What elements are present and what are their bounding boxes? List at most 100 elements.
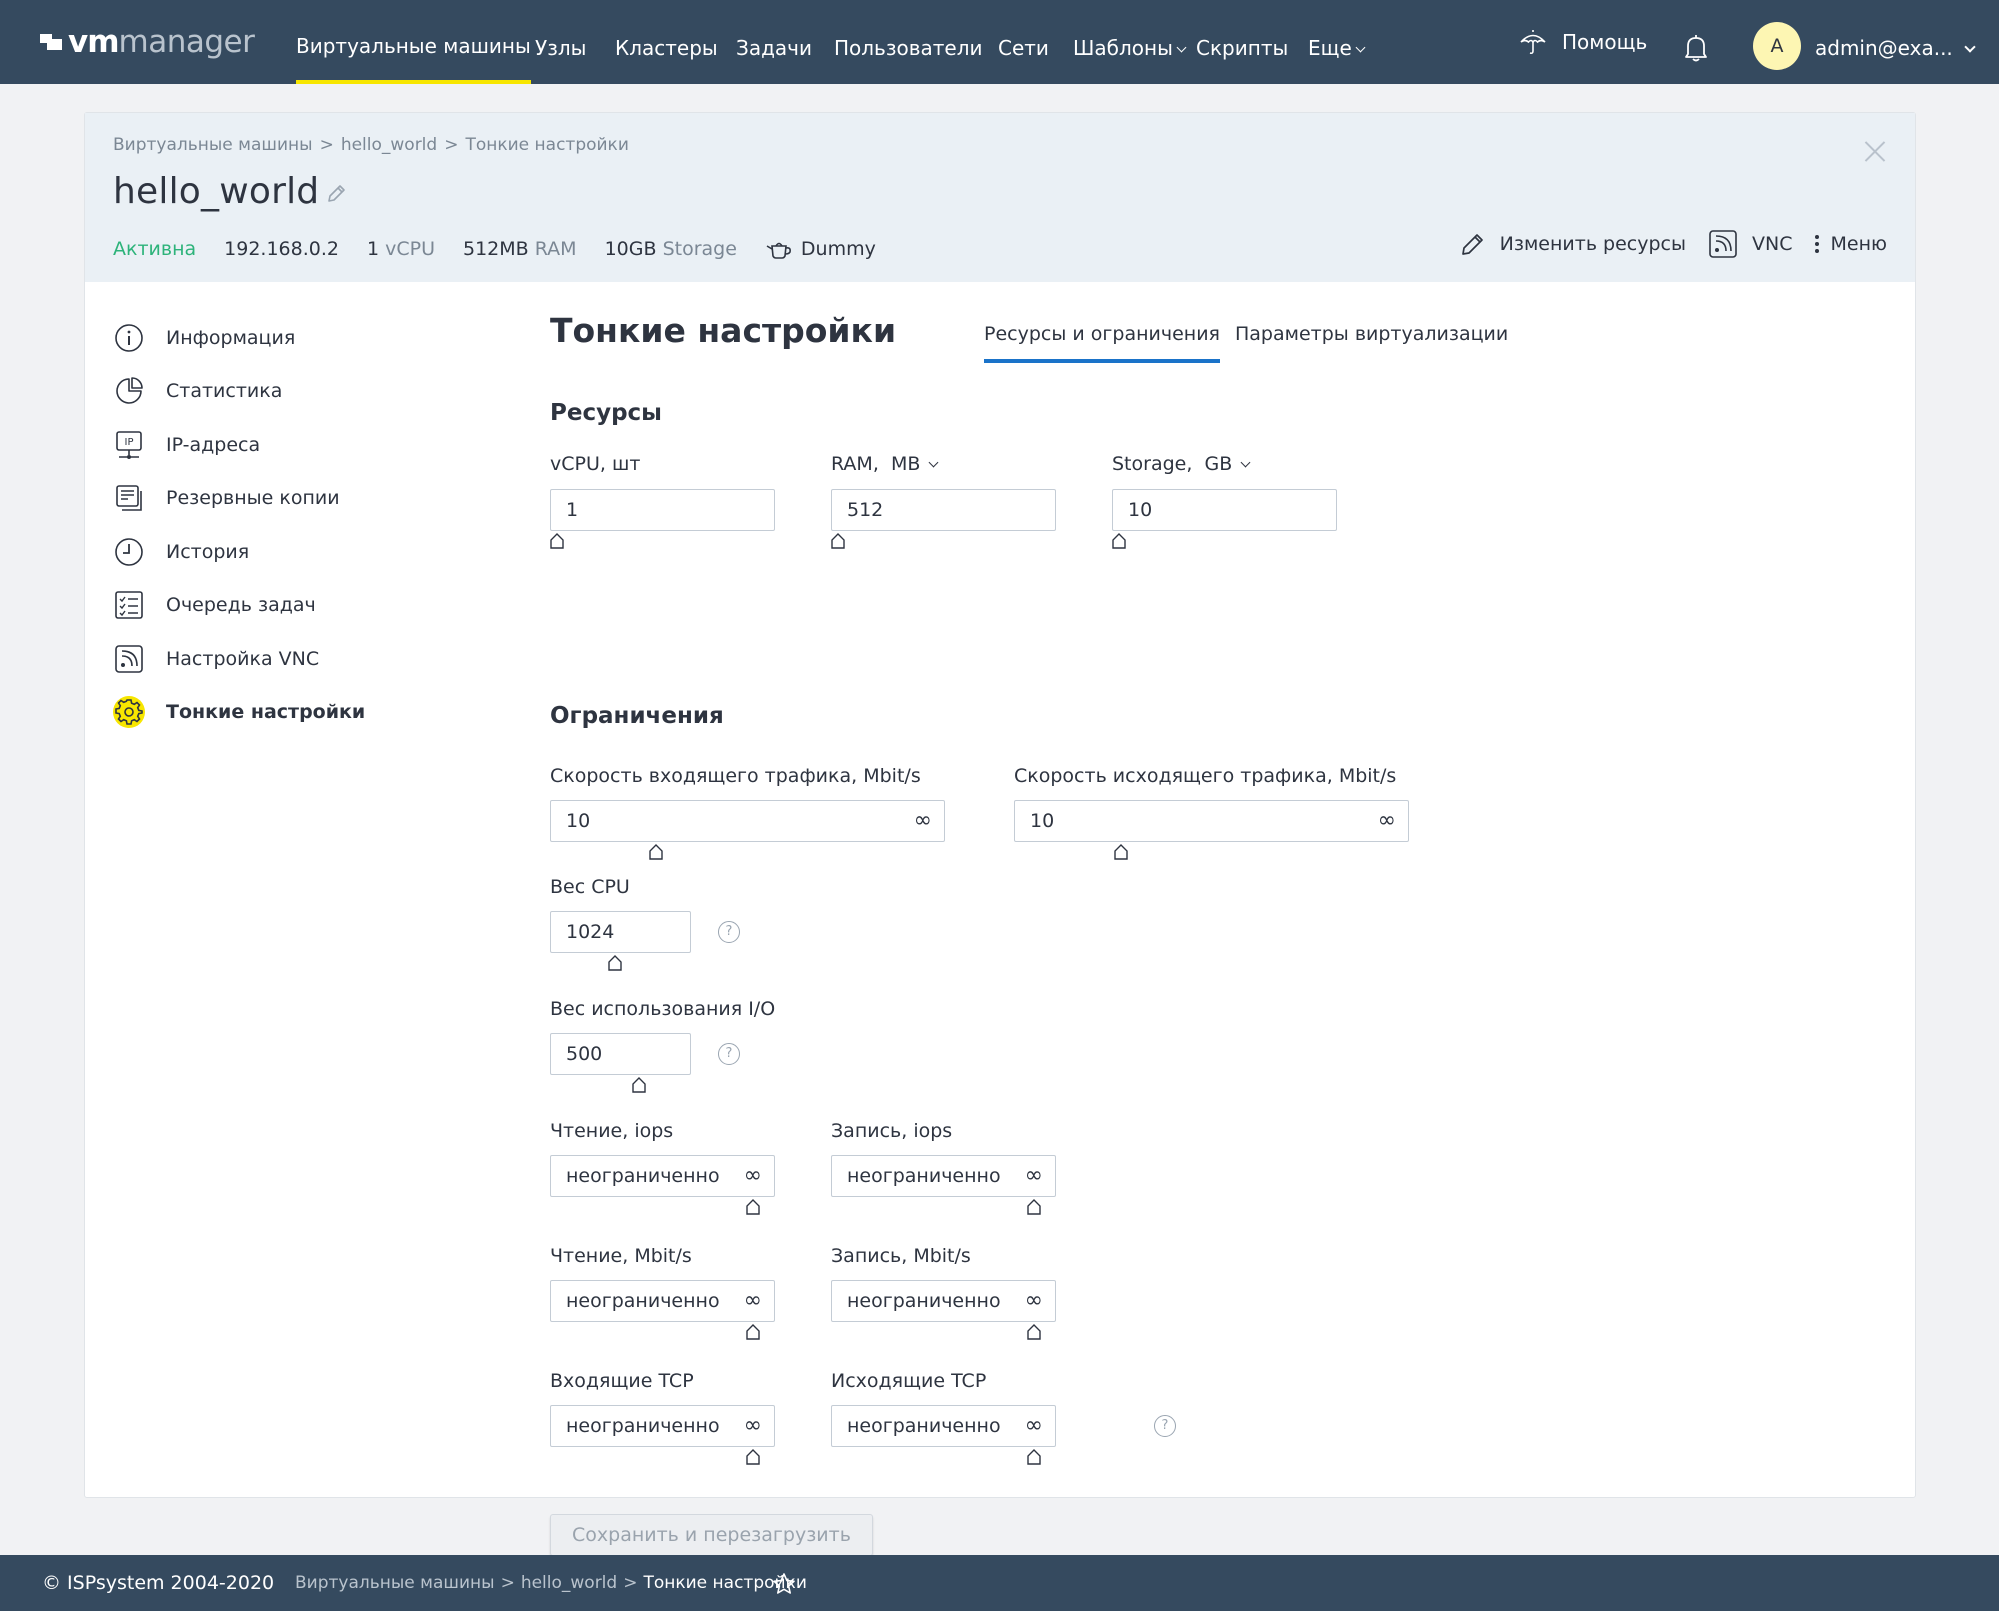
cpu-weight-input[interactable]: 1024 — [550, 911, 691, 953]
slider-handle[interactable] — [1112, 533, 1126, 549]
help-icon[interactable]: ? — [1154, 1415, 1176, 1437]
infinity-icon[interactable]: ∞ — [914, 801, 932, 841]
slider-handle[interactable] — [746, 1449, 760, 1465]
close-icon[interactable] — [1863, 139, 1887, 163]
sidebar-item-task-queue[interactable]: Очередь задач — [113, 579, 365, 633]
footer-breadcrumb-vm[interactable]: hello_world — [521, 1573, 617, 1593]
user-menu[interactable]: admin@exa... — [1815, 0, 1953, 84]
nav-item-templates[interactable]: Шаблоны — [1073, 0, 1187, 84]
slider-handle[interactable] — [746, 1324, 760, 1340]
help-link[interactable]: Помощь — [1518, 0, 1647, 84]
breadcrumb-vms[interactable]: Виртуальные машины — [113, 135, 313, 155]
storage-value: 10GB — [604, 238, 657, 260]
storage-unit-select[interactable]: GB — [1204, 453, 1232, 475]
read-iops-input[interactable]: неограниченно ∞ — [550, 1155, 775, 1197]
logo-text-bold: vm — [68, 24, 120, 60]
out-tcp-input[interactable]: неограниченно ∞ — [831, 1405, 1056, 1447]
nav-item-more[interactable]: Еще — [1308, 0, 1366, 84]
help-icon[interactable]: ? — [718, 921, 740, 943]
ram-input[interactable]: 512 — [831, 489, 1056, 531]
sidebar-item-label: История — [166, 540, 250, 563]
in-traffic-input[interactable]: 10 ∞ — [550, 800, 945, 842]
nav-item-scripts[interactable]: Скрипты — [1196, 0, 1288, 84]
out-traffic-input[interactable]: 10 ∞ — [1014, 800, 1409, 842]
vnc-button[interactable]: VNC — [1708, 229, 1793, 259]
nav-item-vms[interactable]: Виртуальные машины — [296, 0, 531, 84]
slider-handle[interactable] — [1027, 1449, 1041, 1465]
slider-handle[interactable] — [550, 533, 564, 549]
nav-item-networks[interactable]: Сети — [998, 0, 1049, 84]
slider-handle[interactable] — [1114, 844, 1128, 860]
tab-resources-limits[interactable]: Ресурсы и ограничения — [984, 323, 1220, 363]
ip-icon: IP — [113, 429, 145, 461]
chevron-down-icon[interactable] — [1240, 457, 1251, 468]
menu-button[interactable]: Меню — [1814, 232, 1888, 256]
vcpu-input[interactable]: 1 — [550, 489, 775, 531]
vm-template[interactable]: Dummy — [765, 237, 876, 261]
edit-resources-button[interactable]: Изменить ресурсы — [1460, 231, 1686, 257]
infinity-icon[interactable]: ∞ — [744, 1156, 762, 1196]
vmmanager-logo[interactable]: vm manager — [40, 24, 255, 60]
read-mbit-input[interactable]: неограниченно ∞ — [550, 1280, 775, 1322]
nav-item-users[interactable]: Пользователи — [834, 0, 983, 84]
save-and-reboot-button[interactable]: Сохранить и перезагрузить — [550, 1514, 873, 1556]
slider-handle[interactable] — [649, 844, 663, 860]
vm-card: Виртуальные машины > hello_world > Тонкие на… — [84, 112, 1916, 1556]
footer-breadcrumb-vms[interactable]: Виртуальные машины — [295, 1573, 495, 1593]
out-tcp-label: Исходящие TCP — [831, 1370, 987, 1392]
bell-icon[interactable] — [1683, 33, 1709, 63]
slider-handle[interactable] — [1027, 1199, 1041, 1215]
io-weight-input[interactable]: 500 — [550, 1033, 691, 1075]
infinity-icon[interactable]: ∞ — [744, 1281, 762, 1321]
in-tcp-label: Входящие TCP — [550, 1370, 694, 1392]
gear-icon — [113, 696, 145, 729]
help-icon[interactable]: ? — [718, 1043, 740, 1065]
nav-item-clusters[interactable]: Кластеры — [615, 0, 718, 84]
clock-icon — [113, 536, 145, 568]
sidebar-item-info[interactable]: Информация — [113, 311, 365, 365]
tab-virtualization-params[interactable]: Параметры виртуализации — [1235, 323, 1508, 363]
help-label: Помощь — [1562, 30, 1648, 54]
infinity-icon[interactable]: ∞ — [744, 1406, 762, 1446]
slider-handle[interactable] — [632, 1077, 646, 1093]
star-icon[interactable] — [772, 1572, 796, 1596]
status-badge: Активна — [113, 238, 197, 260]
sidebar-item-vnc[interactable]: Настройка VNC — [113, 632, 365, 686]
breadcrumb-vm[interactable]: hello_world — [341, 135, 437, 155]
write-mbit-input[interactable]: неограниченно ∞ — [831, 1280, 1056, 1322]
slider-handle[interactable] — [746, 1199, 760, 1215]
infinity-icon[interactable]: ∞ — [1025, 1156, 1043, 1196]
cpu-value: 1 — [366, 238, 380, 260]
slider-handle[interactable] — [608, 955, 622, 971]
vm-actions: Изменить ресурсы VNC Меню — [1438, 229, 1887, 259]
infinity-icon[interactable]: ∞ — [1025, 1281, 1043, 1321]
slider-handle[interactable] — [1027, 1324, 1041, 1340]
infinity-icon[interactable]: ∞ — [1025, 1406, 1043, 1446]
pencil-icon[interactable] — [325, 183, 347, 205]
nav-item-nodes[interactable]: Узлы — [535, 0, 586, 84]
sidebar-item-ip[interactable]: IP IP-адреса — [113, 418, 365, 472]
chevron-down-icon[interactable] — [928, 457, 939, 468]
umbrella-icon — [1520, 30, 1546, 55]
top-navbar: vm manager Виртуальные машины Узлы Класте… — [0, 0, 1999, 84]
slider-handle[interactable] — [831, 533, 845, 549]
write-iops-input[interactable]: неограниченно ∞ — [831, 1155, 1056, 1197]
nav-item-tasks[interactable]: Задачи — [736, 0, 812, 84]
infinity-icon[interactable]: ∞ — [1378, 801, 1396, 841]
in-traffic-label: Скорость входящего трафика, Mbit/s — [550, 765, 921, 787]
vcpu-label: vCPU, шт — [550, 453, 641, 475]
in-tcp-input[interactable]: неограниченно ∞ — [550, 1405, 775, 1447]
sidebar-item-statistics[interactable]: Статистика — [113, 365, 365, 419]
avatar[interactable]: A — [1753, 22, 1801, 70]
chevron-down-icon[interactable] — [1964, 41, 1976, 53]
copyright: © ISPsystem 2004-2020 — [42, 1572, 275, 1594]
out-traffic-label: Скорость исходящего трафика, Mbit/s — [1014, 765, 1397, 787]
sidebar-item-backups[interactable]: Резервные копии — [113, 472, 365, 526]
storage-input[interactable]: 10 — [1112, 489, 1337, 531]
sidebar-item-label: Резервные копии — [166, 487, 340, 510]
ram-unit-select[interactable]: MB — [891, 453, 920, 475]
sidebar-item-label: Настройка VNC — [166, 647, 320, 670]
sidebar-item-history[interactable]: История — [113, 525, 365, 579]
sidebar-item-fine-settings[interactable]: Тонкие настройки — [113, 686, 365, 740]
menu-label: Меню — [1830, 233, 1888, 255]
